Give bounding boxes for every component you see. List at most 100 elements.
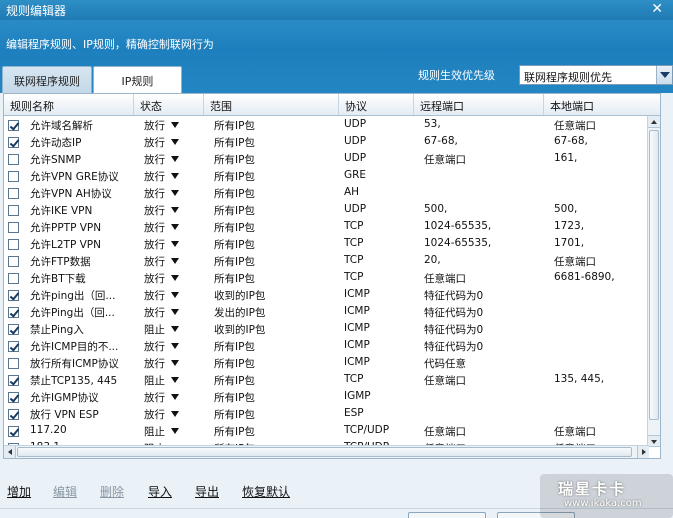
table-row[interactable]: 117.20 阻止 所有IP包 TCP/UDP 任意端口 任意端口 <box>4 423 660 440</box>
rule-enabled-checkbox[interactable] <box>8 154 19 165</box>
dropdown-arrow-icon[interactable] <box>171 241 179 247</box>
column-header-status[interactable]: 状态 <box>134 94 204 115</box>
scroll-left-icon[interactable] <box>4 446 16 458</box>
horizontal-scroll-thumb[interactable] <box>17 447 632 457</box>
rule-enabled-checkbox[interactable] <box>8 324 19 335</box>
delete-button[interactable]: 删除 <box>100 483 124 500</box>
rule-enabled-checkbox[interactable] <box>8 307 19 318</box>
rule-enabled-checkbox[interactable] <box>8 341 19 352</box>
cell-status[interactable]: 放行 <box>144 152 179 167</box>
dropdown-arrow-icon[interactable] <box>171 275 179 281</box>
rule-enabled-checkbox[interactable] <box>8 137 19 148</box>
rule-enabled-checkbox[interactable] <box>8 290 19 301</box>
table-row[interactable]: 允许L2TP VPN 放行 所有IP包 TCP 1024-65535, 1701, <box>4 236 660 253</box>
close-icon[interactable]: ✕ <box>651 0 663 18</box>
rule-enabled-checkbox[interactable] <box>8 392 19 403</box>
dropdown-arrow-icon[interactable] <box>171 258 179 264</box>
table-row[interactable]: 允许PPTP VPN 放行 所有IP包 TCP 1024-65535, 1723, <box>4 219 660 236</box>
column-header-remote-port[interactable]: 远程端口 <box>414 94 544 115</box>
cell-status[interactable]: 放行 <box>144 135 179 150</box>
dropdown-arrow-icon[interactable] <box>171 343 179 349</box>
cell-status[interactable]: 放行 <box>144 271 179 286</box>
vertical-scroll-thumb[interactable] <box>649 130 659 420</box>
cell-status[interactable]: 阻止 <box>144 373 179 388</box>
dropdown-arrow-icon[interactable] <box>171 190 179 196</box>
dropdown-arrow-icon[interactable] <box>171 122 179 128</box>
table-row[interactable]: 允许动态IP 放行 所有IP包 UDP 67-68, 67-68, <box>4 134 660 151</box>
cell-status[interactable]: 放行 <box>144 169 179 184</box>
footer-button-partial[interactable] <box>408 512 486 518</box>
priority-select[interactable]: 联网程序规则优先 <box>519 65 673 85</box>
column-header-scope[interactable]: 范围 <box>204 94 339 115</box>
cell-status[interactable]: 放行 <box>144 254 179 269</box>
cell-status[interactable]: 放行 <box>144 118 179 133</box>
scroll-down-icon[interactable] <box>648 435 660 447</box>
cell-status[interactable]: 放行 <box>144 356 179 371</box>
table-row[interactable]: 放行 VPN ESP 放行 所有IP包 ESP <box>4 406 660 423</box>
table-row[interactable]: 允许Ping出（回... 放行 发出的IP包 ICMP 特征代码为0 <box>4 304 660 321</box>
scroll-up-icon[interactable] <box>648 116 660 128</box>
cell-status[interactable]: 放行 <box>144 186 179 201</box>
dropdown-arrow-icon[interactable] <box>171 394 179 400</box>
table-row[interactable]: 允许ICMP目的不... 放行 所有IP包 ICMP 特征代码为0 <box>4 338 660 355</box>
rule-enabled-checkbox[interactable] <box>8 120 19 131</box>
rule-enabled-checkbox[interactable] <box>8 171 19 182</box>
restore-default-button[interactable]: 恢复默认 <box>242 483 290 500</box>
rule-enabled-checkbox[interactable] <box>8 409 19 420</box>
cell-status[interactable]: 放行 <box>144 339 179 354</box>
rule-enabled-checkbox[interactable] <box>8 188 19 199</box>
dropdown-arrow-icon[interactable] <box>171 309 179 315</box>
table-row[interactable]: 禁止TCP135, 445 阻止 所有IP包 TCP 任意端口 135, 445, <box>4 372 660 389</box>
cell-status[interactable]: 阻止 <box>144 424 179 439</box>
table-row[interactable]: 允许BT下载 放行 所有IP包 TCP 任意端口 6681-6890, <box>4 270 660 287</box>
column-header-name[interactable]: 规则名称 <box>4 94 134 115</box>
dropdown-arrow-icon[interactable] <box>171 173 179 179</box>
table-row[interactable]: 允许IKE VPN 放行 所有IP包 UDP 500, 500, <box>4 202 660 219</box>
cell-status[interactable]: 放行 <box>144 390 179 405</box>
rule-enabled-checkbox[interactable] <box>8 375 19 386</box>
dropdown-arrow-icon[interactable] <box>171 377 179 383</box>
rule-enabled-checkbox[interactable] <box>8 426 19 437</box>
dropdown-arrow-icon[interactable] <box>171 428 179 434</box>
rule-enabled-checkbox[interactable] <box>8 273 19 284</box>
table-row[interactable]: 允许ping出（回... 放行 收到的IP包 ICMP 特征代码为0 <box>4 287 660 304</box>
dropdown-arrow-icon[interactable] <box>171 360 179 366</box>
dropdown-arrow-icon[interactable] <box>171 292 179 298</box>
table-row[interactable]: 允许VPN AH协议 放行 所有IP包 AH <box>4 185 660 202</box>
table-row[interactable]: 禁止Ping入 阻止 收到的IP包 ICMP 特征代码为0 <box>4 321 660 338</box>
edit-button[interactable]: 编辑 <box>53 483 77 500</box>
scroll-right-icon[interactable] <box>637 446 649 458</box>
cell-status[interactable]: 放行 <box>144 407 179 422</box>
table-row[interactable]: 允许SNMP 放行 所有IP包 UDP 任意端口 161, <box>4 151 660 168</box>
rule-enabled-checkbox[interactable] <box>8 222 19 233</box>
export-button[interactable]: 导出 <box>195 483 219 500</box>
vertical-scrollbar[interactable] <box>647 116 660 447</box>
table-row[interactable]: 允许VPN GRE协议 放行 所有IP包 GRE <box>4 168 660 185</box>
cell-status[interactable]: 放行 <box>144 237 179 252</box>
dropdown-arrow-icon[interactable] <box>171 326 179 332</box>
chevron-down-icon[interactable] <box>656 66 672 84</box>
column-header-protocol[interactable]: 协议 <box>339 94 414 115</box>
tab-ip-rules[interactable]: IP规则 <box>93 66 182 94</box>
table-row[interactable]: 允许域名解析 放行 所有IP包 UDP 53, 任意端口 <box>4 117 660 134</box>
table-row[interactable]: 允许IGMP协议 放行 所有IP包 IGMP <box>4 389 660 406</box>
cell-status[interactable]: 阻止 <box>144 322 179 337</box>
dropdown-arrow-icon[interactable] <box>171 224 179 230</box>
table-row[interactable]: 允许FTP数据 放行 所有IP包 TCP 20, 任意端口 <box>4 253 660 270</box>
add-button[interactable]: 增加 <box>7 483 31 500</box>
table-row[interactable]: 放行所有ICMP协议 放行 所有IP包 ICMP 代码任意 <box>4 355 660 372</box>
horizontal-scrollbar[interactable] <box>4 445 649 458</box>
cell-status[interactable]: 放行 <box>144 288 179 303</box>
cell-status[interactable]: 放行 <box>144 220 179 235</box>
column-header-local-port[interactable]: 本地端口 <box>544 94 660 115</box>
rule-enabled-checkbox[interactable] <box>8 358 19 369</box>
dropdown-arrow-icon[interactable] <box>171 156 179 162</box>
rule-enabled-checkbox[interactable] <box>8 256 19 267</box>
cell-status[interactable]: 放行 <box>144 203 179 218</box>
dropdown-arrow-icon[interactable] <box>171 411 179 417</box>
dropdown-arrow-icon[interactable] <box>171 207 179 213</box>
cell-status[interactable]: 放行 <box>144 305 179 320</box>
tab-program-rules[interactable]: 联网程序规则 <box>2 66 92 93</box>
rule-enabled-checkbox[interactable] <box>8 205 19 216</box>
dropdown-arrow-icon[interactable] <box>171 139 179 145</box>
